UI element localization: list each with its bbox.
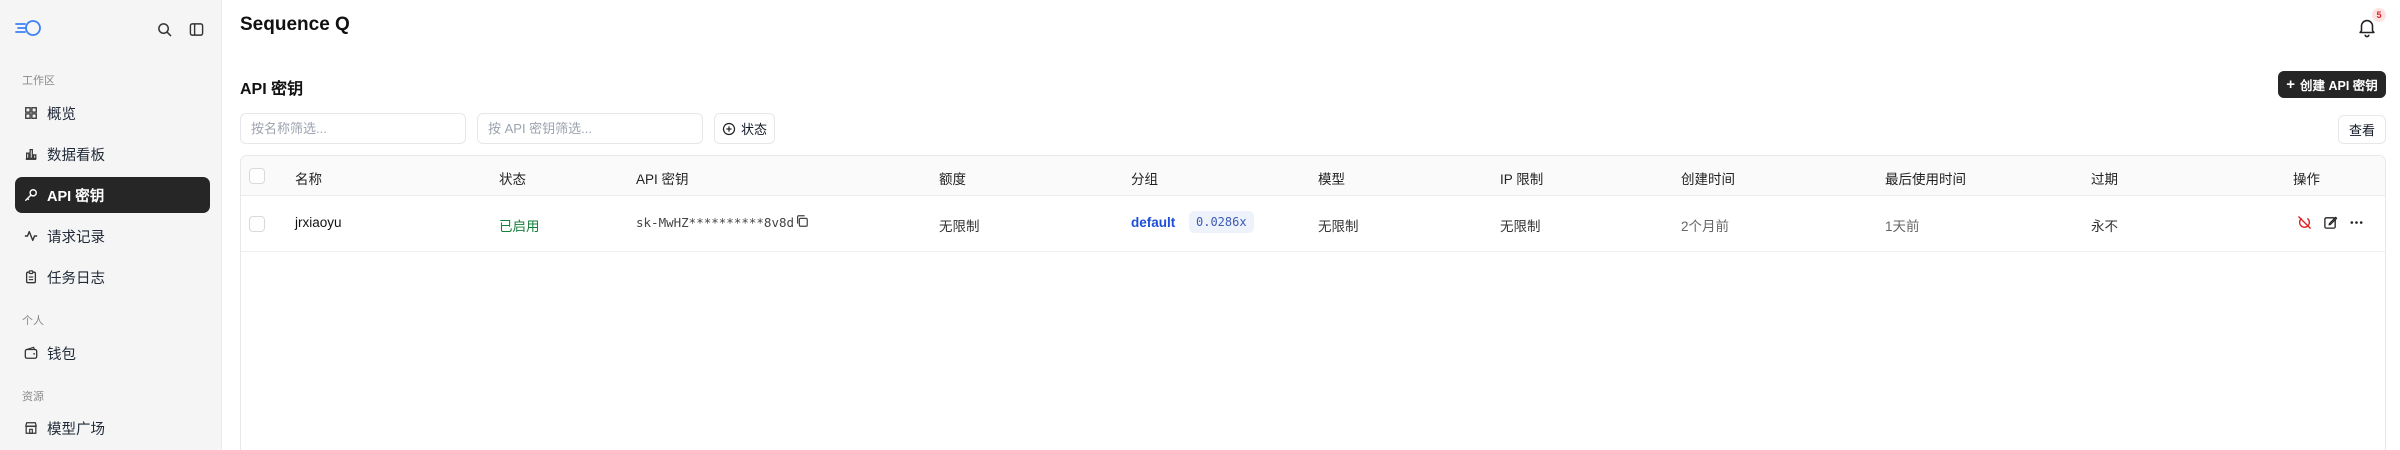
column-header-models[interactable]: 模型 bbox=[1318, 168, 1345, 188]
api-keys-table: 名称 状态 API 密钥 额度 分组 模型 IP 限制 创建时间 最后使用时间 … bbox=[240, 155, 2386, 450]
column-header-ip-limit[interactable]: IP 限制 bbox=[1500, 168, 1543, 188]
key-filter-input[interactable] bbox=[477, 113, 703, 144]
sidebar-section-personal: 个人 bbox=[22, 315, 44, 327]
row-checkbox[interactable] bbox=[249, 216, 265, 232]
ratio-badge: 0.0286x bbox=[1189, 211, 1254, 233]
column-header-name[interactable]: 名称 bbox=[295, 168, 322, 188]
models-value: 无限制 bbox=[1318, 219, 1359, 234]
sidebar-item-dashboard[interactable]: 数据看板 bbox=[15, 136, 210, 172]
sidebar-item-label: API 密钥 bbox=[47, 188, 105, 205]
column-header-last-used[interactable]: 最后使用时间 bbox=[1885, 168, 1966, 188]
sidebar-section-resources: 资源 bbox=[22, 391, 44, 403]
create-api-key-label: 创建 API 密钥 bbox=[2299, 79, 2378, 93]
table-header: 名称 状态 API 密钥 额度 分组 模型 IP 限制 创建时间 最后使用时间 … bbox=[241, 156, 2385, 196]
column-header-api-key[interactable]: API 密钥 bbox=[636, 168, 689, 188]
sidebar-item-task-logs[interactable]: 任务日志 bbox=[15, 259, 210, 295]
key-name: jrxiaoyu bbox=[295, 215, 342, 230]
sidebar-item-label: 钱包 bbox=[47, 346, 76, 363]
table-row[interactable]: jrxiaoyu 已启用 sk-MwHZ**********8v8d 无限制 d… bbox=[241, 196, 2385, 252]
logo-icon[interactable] bbox=[14, 16, 46, 40]
sidebar: 工作区 概览 数据看板 API 密钥 请求记录 任务日志 个人 钱包 资源 模型… bbox=[0, 0, 222, 450]
search-icon bbox=[157, 22, 171, 36]
sidebar-item-request-logs[interactable]: 请求记录 bbox=[15, 218, 210, 254]
notification-badge: 5 bbox=[2372, 8, 2386, 22]
bar-chart-icon bbox=[23, 146, 39, 162]
column-header-group[interactable]: 分组 bbox=[1131, 168, 1158, 188]
status-filter-label: 状态 bbox=[740, 122, 767, 137]
disable-icon bbox=[2297, 215, 2311, 229]
column-header-actions: 操作 bbox=[2293, 172, 2320, 187]
edit-key-button[interactable] bbox=[2321, 213, 2339, 231]
sidebar-item-label: 请求记录 bbox=[47, 229, 105, 246]
select-all-checkbox[interactable] bbox=[249, 168, 265, 184]
toggle-sidebar-button[interactable] bbox=[184, 17, 208, 41]
status-filter-button[interactable]: 状态 bbox=[714, 113, 775, 144]
status-badge: 已启用 bbox=[499, 219, 540, 234]
store-icon bbox=[23, 420, 39, 436]
activity-icon bbox=[23, 228, 39, 244]
created-time: 2个月前 bbox=[1681, 219, 1730, 234]
copy-key-button[interactable] bbox=[795, 214, 811, 230]
column-header-quota[interactable]: 额度 bbox=[939, 168, 966, 188]
expires-value: 永不 bbox=[2091, 219, 2118, 234]
sidebar-item-label: 数据看板 bbox=[47, 147, 105, 164]
column-header-status[interactable]: 状态 bbox=[499, 168, 526, 188]
create-api-key-button[interactable]: + 创建 API 密钥 bbox=[2278, 71, 2386, 98]
disable-key-button[interactable] bbox=[2295, 213, 2313, 231]
more-actions-button[interactable] bbox=[2347, 213, 2365, 231]
key-icon bbox=[23, 187, 39, 203]
api-key-value: sk-MwHZ**********8v8d bbox=[636, 215, 795, 230]
quota-value: 无限制 bbox=[939, 219, 980, 234]
sidebar-panel-icon bbox=[189, 22, 203, 36]
sidebar-header bbox=[0, 0, 222, 58]
sidebar-item-overview[interactable]: 概览 bbox=[15, 95, 210, 131]
last-used-time: 1天前 bbox=[1885, 219, 1920, 234]
wallet-icon bbox=[23, 345, 39, 361]
group-link[interactable]: default bbox=[1131, 215, 1175, 230]
edit-icon bbox=[2323, 216, 2337, 229]
sidebar-item-wallet[interactable]: 钱包 bbox=[15, 335, 210, 371]
search-button[interactable] bbox=[152, 17, 176, 41]
clipboard-icon bbox=[23, 269, 39, 285]
name-filter-input[interactable] bbox=[240, 113, 466, 144]
plus-icon: + bbox=[2286, 76, 2295, 93]
section-title: API 密钥 bbox=[240, 81, 304, 98]
ip-limit-value: 无限制 bbox=[1500, 219, 1541, 234]
sidebar-item-label: 概览 bbox=[47, 106, 76, 123]
page-title: Sequence Q bbox=[240, 14, 350, 35]
column-header-expires[interactable]: 过期 bbox=[2091, 168, 2118, 188]
view-options-button[interactable]: 查看 bbox=[2338, 115, 2386, 144]
copy-icon bbox=[797, 215, 808, 227]
sidebar-item-api-keys[interactable]: API 密钥 bbox=[15, 177, 210, 213]
more-horizontal-icon bbox=[2350, 220, 2362, 224]
sidebar-item-label: 任务日志 bbox=[47, 270, 105, 287]
grid-icon bbox=[23, 105, 39, 121]
sidebar-section-workspace: 工作区 bbox=[22, 75, 55, 87]
sidebar-item-label: 模型广场 bbox=[47, 421, 105, 438]
sidebar-item-model-plaza[interactable]: 模型广场 bbox=[15, 410, 210, 446]
column-header-created[interactable]: 创建时间 bbox=[1681, 168, 1735, 188]
plus-circle-icon bbox=[722, 122, 736, 135]
